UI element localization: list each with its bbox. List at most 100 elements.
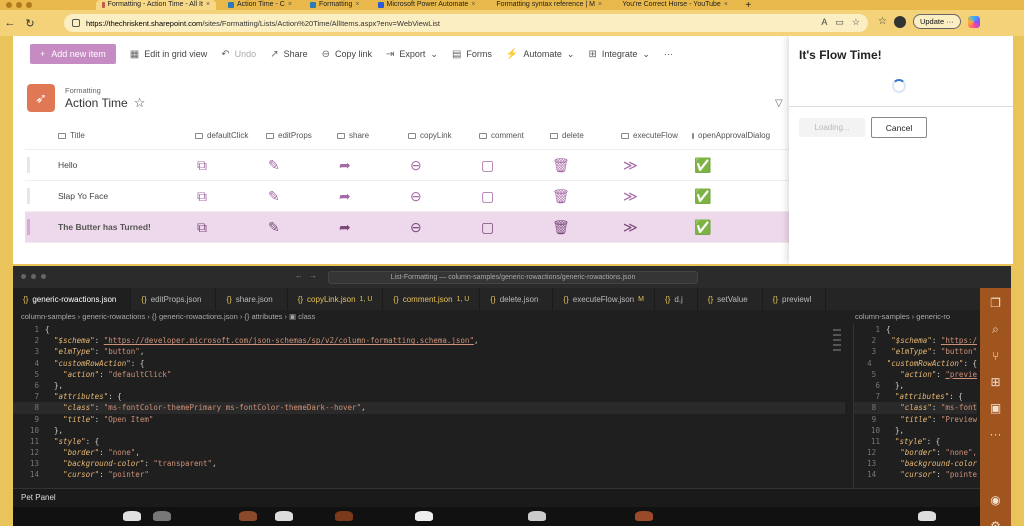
edit-icon[interactable]: ✎ (264, 188, 335, 205)
automate-button[interactable]: ⚡ Automate ⌄ (506, 49, 575, 60)
approval-icon[interactable]: ✅ (690, 188, 761, 205)
column-header[interactable]: delete (550, 131, 621, 140)
filter-icon[interactable]: ▽ (775, 98, 783, 109)
code-line[interactable]: 4 "customRowAction": { (854, 358, 977, 369)
code-line[interactable]: 3 "elmType": "button", (13, 346, 845, 357)
editor-tab[interactable]: {} executeFlow.json M (553, 288, 655, 310)
favorite-star-icon[interactable]: ☆ (852, 17, 860, 28)
site-name[interactable]: Formatting (65, 86, 145, 95)
code-line[interactable]: 6 }, (854, 380, 977, 391)
code-line[interactable]: 9 "title": "Open Item" (13, 414, 845, 425)
code-line[interactable]: 2 "$schema": "https:/ (854, 335, 977, 346)
edit-icon[interactable]: ✎ (264, 219, 335, 236)
code-line[interactable]: 5 "action": "previe (854, 369, 977, 380)
code-line[interactable]: 1{ (854, 324, 977, 335)
editor-tab[interactable]: {} copyLink.json 1, U (288, 288, 384, 310)
row-title[interactable]: The Butter has Turned! (58, 222, 193, 232)
more-commands-button[interactable]: ··· (664, 49, 673, 59)
code-line[interactable]: 11 "style": { (13, 436, 845, 447)
table-row[interactable]: Hello ⧉ ✎ ➦ ⊖ ▢ 🗑 ≫ ✅ (25, 150, 801, 181)
read-aloud-icon[interactable]: A (821, 17, 827, 28)
link-icon[interactable]: ⊖ (406, 157, 477, 174)
open-item-icon[interactable]: ⧉ (193, 188, 264, 205)
column-header[interactable]: defaultClick (195, 131, 266, 140)
code-line[interactable]: 2 "$schema": "https://developer.microsof… (13, 335, 845, 346)
code-line[interactable]: 13 "background-color": "transparent", (13, 458, 845, 469)
favorites-icon[interactable]: ☆ (878, 16, 887, 27)
share-icon[interactable]: ➦ (335, 157, 406, 174)
editor-tab[interactable]: {} previewl (763, 288, 827, 310)
browser-tab[interactable]: Microsoft Power Automate × (372, 0, 482, 10)
link-icon[interactable]: ⊖ (406, 188, 477, 205)
editor-tab[interactable]: {} editProps.json (131, 288, 217, 310)
search-icon[interactable]: ⌕ (992, 322, 999, 337)
flow-icon[interactable]: ≫ (619, 157, 690, 174)
close-icon[interactable]: × (355, 0, 359, 10)
pet-horse[interactable] (275, 511, 293, 521)
delete-icon[interactable]: 🗑 (548, 188, 619, 205)
pet-horse[interactable] (153, 511, 171, 521)
forms-button[interactable]: ▤ Forms (452, 49, 492, 60)
column-header[interactable]: share (337, 131, 408, 140)
pet-horse[interactable] (335, 511, 353, 521)
code-line[interactable]: 12 "border": "none", (13, 447, 845, 458)
code-line[interactable]: 7 "attributes": { (854, 391, 977, 402)
close-icon[interactable]: × (598, 0, 602, 10)
close-icon[interactable]: × (724, 0, 728, 10)
pet-horse[interactable] (528, 511, 546, 521)
reload-icon[interactable]: ↻ (20, 17, 40, 30)
pet-horse[interactable] (415, 511, 433, 521)
export-button[interactable]: ⇥ Export ⌄ (386, 49, 438, 60)
code-line[interactable]: 9 "title": "Preview (854, 414, 977, 425)
code-line[interactable]: 8 "class": "ms-font (854, 402, 977, 414)
approval-icon[interactable]: ✅ (690, 219, 761, 236)
code-line[interactable]: 5 "action": "defaultClick" (13, 369, 845, 380)
favorite-star-icon[interactable]: ☆ (134, 95, 146, 111)
package-icon[interactable]: ▣ (990, 401, 1001, 415)
pet-panel-tab[interactable]: Pet Panel (21, 493, 56, 502)
comment-icon[interactable]: ▢ (477, 157, 548, 174)
code-line[interactable]: 11 "style": { (854, 436, 977, 447)
flow-icon[interactable]: ≫ (619, 188, 690, 205)
table-row[interactable]: The Butter has Turned! ⧉ ✎ ➦ ⊖ ▢ 🗑 ≫ ✅ (25, 212, 801, 243)
explorer-icon[interactable]: ❐ (990, 296, 1001, 310)
nav-arrows-icon[interactable]: ←→ (295, 271, 323, 280)
row-title[interactable]: Hello (58, 160, 193, 170)
code-line[interactable]: 6 }, (13, 380, 845, 391)
browser-tab[interactable]: Action Time - C × (222, 0, 298, 10)
editor-tab[interactable]: {} comment.json 1, U (383, 288, 481, 310)
breadcrumb-secondary[interactable]: column-samples › generic-ro (855, 312, 979, 321)
share-button[interactable]: ↗ Share (270, 49, 307, 60)
column-header[interactable]: copyLink (408, 131, 479, 140)
profile-avatar[interactable] (893, 15, 906, 28)
editor-tab[interactable]: {} share.json (216, 288, 288, 310)
column-header[interactable]: openApprovalDialog (692, 131, 770, 140)
code-line[interactable]: 14 "cursor": "pointe (854, 469, 977, 480)
code-line[interactable]: 13 "background-color (854, 458, 977, 469)
pet-horse[interactable] (635, 511, 653, 521)
code-line[interactable]: 10 }, (854, 425, 977, 436)
edit-icon[interactable]: ✎ (264, 157, 335, 174)
comment-icon[interactable]: ▢ (477, 188, 548, 205)
close-icon[interactable]: × (471, 0, 475, 10)
update-button[interactable]: Update ··· (912, 14, 961, 29)
more-icon[interactable]: ··· (990, 427, 1002, 441)
extensions-icon[interactable]: ⊞ (990, 375, 1000, 389)
code-editor[interactable]: 1{2 "$schema": "https://developer.micros… (13, 324, 845, 492)
back-icon[interactable]: ← (0, 17, 20, 29)
code-line[interactable]: 14 "cursor": "pointer" (13, 469, 845, 480)
pet-horse[interactable] (918, 511, 936, 521)
delete-icon[interactable]: 🗑 (548, 157, 619, 174)
code-line[interactable]: 12 "border": "none", (854, 447, 977, 458)
edit-grid-button[interactable]: ▦ Edit in grid view (130, 49, 207, 60)
editor-tab[interactable]: {} generic-rowactions.json (13, 288, 132, 310)
open-item-icon[interactable]: ⧉ (193, 219, 264, 236)
editor-tab[interactable]: {} d.j (655, 288, 698, 310)
code-line[interactable]: 3 "elmType": "button" (854, 346, 977, 357)
address-bar[interactable]: https://thechriskent.sharepoint.com/site… (64, 14, 868, 32)
editor-tab[interactable]: {} delete.json (480, 288, 554, 310)
code-line[interactable]: 7 "attributes": { (13, 391, 845, 402)
code-line[interactable]: 10 }, (13, 425, 845, 436)
source-control-icon[interactable]: ⑂ (992, 349, 999, 363)
pet-horse[interactable] (123, 511, 141, 521)
